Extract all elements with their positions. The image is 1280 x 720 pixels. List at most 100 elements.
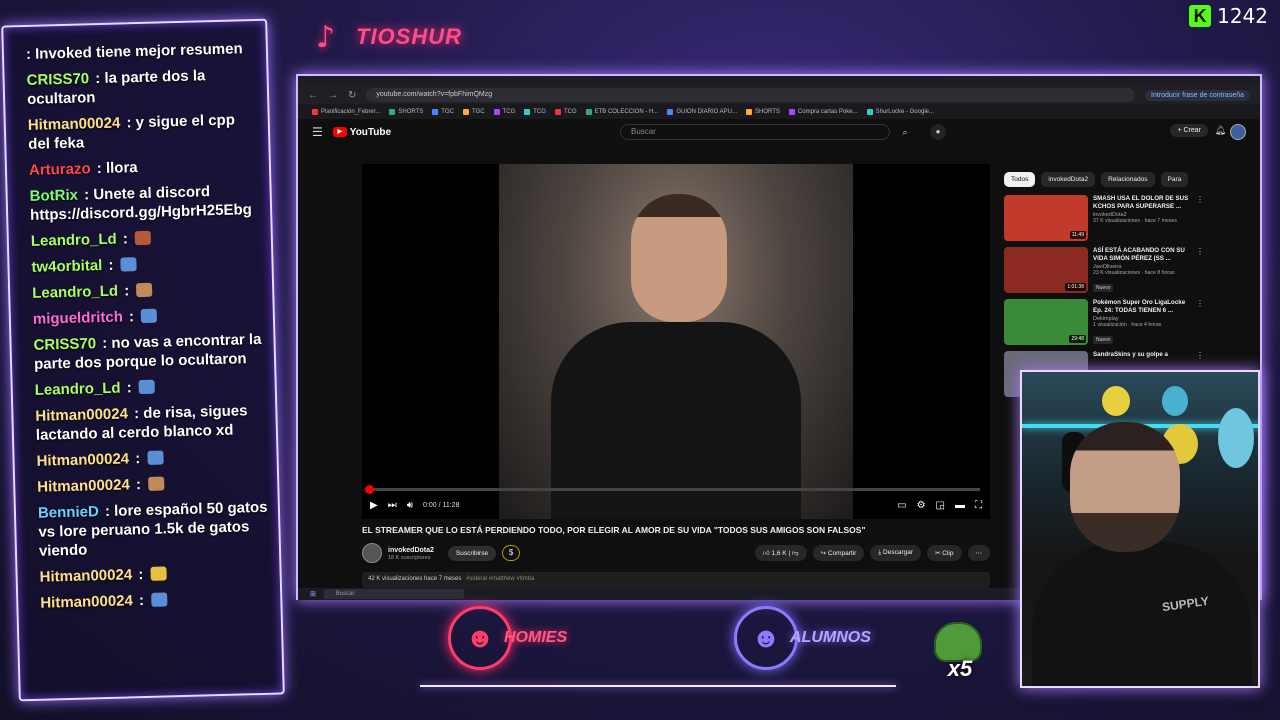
more-options-icon[interactable]: ⋮ xyxy=(1196,195,1204,241)
hooded-mask-icon: ☻ xyxy=(734,606,798,670)
forward-icon[interactable]: → xyxy=(328,90,338,101)
chat-username[interactable]: Arturazo xyxy=(29,160,91,179)
chat-username[interactable]: Hitman00024 xyxy=(40,592,133,611)
video-player[interactable]: ▶ ⏭ 🔊︎ 0:00 / 11:28 ▭ ⚙ ◲ ▬ ⛶ xyxy=(362,164,990,519)
share-button[interactable]: ↪ Compartir xyxy=(812,545,865,561)
chat-username[interactable]: Hitman00024 xyxy=(39,566,132,585)
player-controls: ▶ ⏭ 🔊︎ 0:00 / 11:28 ▭ ⚙ ◲ ▬ ⛶ xyxy=(370,495,982,515)
volume-icon[interactable]: 🔊︎ xyxy=(407,500,413,511)
neon-divider xyxy=(420,685,896,687)
youtube-logo[interactable]: ▶ YouTube xyxy=(332,127,391,138)
like-button[interactable]: 👍︎ 1,6 K | 👎︎ xyxy=(754,545,807,561)
chat-username[interactable]: Hitman00024 xyxy=(37,476,130,495)
chat-username[interactable]: Leandro_Ld xyxy=(32,283,118,302)
reload-icon[interactable]: ↻ xyxy=(348,90,356,101)
chat-message: CRISS70 : la parte dos la ocultaron xyxy=(26,67,206,108)
youtube-search-input[interactable]: Buscar xyxy=(620,124,890,140)
subscribe-button[interactable]: Suscribirse xyxy=(447,545,497,561)
create-button[interactable]: + Crear xyxy=(1170,124,1208,137)
browser-tab-strip xyxy=(298,76,1260,86)
bookmark-item[interactable]: TCG xyxy=(493,108,515,115)
recommended-video[interactable]: 1:01:38 ASÍ ESTÁ ACABANDO CON SU VIDA SIM… xyxy=(1004,247,1204,293)
channel-name[interactable]: invokedDota2 xyxy=(388,546,434,555)
chat-username[interactable]: Hitman00024 xyxy=(36,450,129,469)
chat-username[interactable]: Leandro_Ld xyxy=(35,380,121,399)
start-icon[interactable]: ⊞ xyxy=(310,590,316,598)
emote-icon xyxy=(136,282,153,298)
more-options-icon[interactable]: ⋮ xyxy=(1196,247,1204,293)
bookmark-item[interactable]: TGC xyxy=(432,108,454,115)
more-options-icon[interactable]: ⋮ xyxy=(1196,299,1204,345)
bookmark-item[interactable]: ETB COLECCION - H... xyxy=(585,108,658,115)
webcam-overlay: SUPPLY xyxy=(1020,370,1260,688)
thanks-dollar-icon[interactable]: $ xyxy=(502,545,521,561)
fullscreen-icon[interactable]: ⛶ xyxy=(975,500,982,511)
rec-title: ASÍ ESTÁ ACABANDO CON SU VIDA SIMÓN PÉRE… xyxy=(1093,247,1185,262)
chat-username[interactable]: tw4orbital xyxy=(31,257,102,276)
theater-mode-icon[interactable]: ▬ xyxy=(955,500,965,511)
recommended-video[interactable]: 29:48 Pokémon Super Oro LigaLocke Ep. 24:… xyxy=(1004,299,1204,345)
emote-icon xyxy=(147,450,164,465)
tiktok-icon: ♪ xyxy=(316,20,336,55)
channel-subscribers: 18 K suscriptores xyxy=(388,554,431,561)
video-duration: 1:01:38 xyxy=(1065,283,1086,291)
video-thumbnail[interactable]: 11:49 xyxy=(1004,195,1088,241)
video-thumbnail[interactable]: 1:01:38 xyxy=(1004,247,1088,293)
filter-chip[interactable]: invokedDota2 xyxy=(1041,172,1096,187)
chat-message: migueldritch : xyxy=(33,304,263,329)
play-icon[interactable]: ▶ xyxy=(370,500,378,511)
rec-views: 37 K visualizaciones · hace 7 meses xyxy=(1093,218,1177,224)
next-icon[interactable]: ⏭ xyxy=(388,500,397,511)
account-avatar[interactable] xyxy=(1230,124,1246,140)
bookmark-favicon-icon xyxy=(432,108,439,115)
chat-username[interactable]: Hitman00024 xyxy=(35,405,128,424)
video-progress-bar[interactable] xyxy=(365,485,980,494)
bookmark-favicon-icon xyxy=(462,108,469,115)
recommended-video[interactable]: 11:49 SMASH USA EL DOLOR DE SUS KCHOS PAR… xyxy=(1004,195,1204,241)
video-thumbnail[interactable]: 29:48 xyxy=(1004,299,1088,345)
rec-views: 1 visualización · hace 4 horas xyxy=(1093,322,1162,328)
progress-scrubber[interactable] xyxy=(365,485,374,494)
filter-chip[interactable]: Para xyxy=(1160,172,1189,187)
download-button[interactable]: ⤓ Descargar xyxy=(870,545,922,561)
more-actions-icon[interactable]: ⋯ xyxy=(967,545,990,561)
miniplayer-icon[interactable]: ◲ xyxy=(936,500,945,511)
microphone-icon[interactable]: ● xyxy=(930,124,946,140)
subtitles-icon[interactable]: ▭ xyxy=(897,500,906,511)
chat-username[interactable]: migueldritch xyxy=(33,309,123,328)
bookmark-item[interactable]: SHORTS xyxy=(389,108,423,115)
clip-button[interactable]: ✂ Clip xyxy=(927,545,962,561)
password-prompt-button[interactable]: Introducir frase de contraseña xyxy=(1145,89,1250,101)
chat-username[interactable]: Hitman00024 xyxy=(28,115,121,134)
filter-chip[interactable]: Todos xyxy=(1004,172,1036,187)
homies-label: HOMIES xyxy=(504,629,568,646)
taskbar-search[interactable]: Buscar xyxy=(323,589,464,599)
back-icon[interactable]: ← xyxy=(308,90,318,101)
address-bar[interactable]: youtube.com/watch?v=fpbFhimQMzg xyxy=(366,88,1135,102)
hamburger-menu-icon[interactable]: ☰ xyxy=(312,125,323,139)
chat-username[interactable]: CRISS70 xyxy=(26,70,89,89)
bookmark-item[interactable]: TCG xyxy=(524,108,546,115)
description-tags[interactable]: #sideral #matthew #timba xyxy=(466,576,534,582)
notifications-bell-icon[interactable]: 🔔︎ xyxy=(1215,125,1226,136)
channel-avatar[interactable] xyxy=(362,543,382,563)
filter-chips: Todos invokedDota2 Relacionados Para xyxy=(1004,172,1204,187)
bookmark-item[interactable]: ShurLocke - Google... xyxy=(866,108,934,115)
chat-username[interactable]: CRISS70 xyxy=(33,335,96,354)
settings-gear-icon[interactable]: ⚙ xyxy=(917,500,926,511)
video-description[interactable]: 42 K visualizaciones hace 7 meses #sider… xyxy=(362,572,990,588)
chat-username[interactable]: Leandro_Ld xyxy=(31,231,117,250)
bookmark-item[interactable]: Compra cartas Poke... xyxy=(788,108,858,115)
filter-chip[interactable]: Relacionados xyxy=(1101,172,1155,187)
chat-username[interactable]: BennieD xyxy=(38,503,99,522)
bookmark-item[interactable]: TCG xyxy=(554,108,577,115)
bookmark-item[interactable]: Planificación_Febrer... xyxy=(312,108,380,115)
alumnos-label: ALUMNOS xyxy=(790,629,871,646)
bookmark-item[interactable]: SHORTS xyxy=(746,108,780,115)
description-meta: 42 K visualizaciones hace 7 meses xyxy=(368,576,462,582)
search-icon[interactable]: ⌕ xyxy=(894,124,916,140)
bookmark-item[interactable]: TGC xyxy=(462,108,485,115)
chat-username[interactable]: BotRix xyxy=(29,187,78,205)
bookmark-item[interactable]: GUION DIARIO APU... xyxy=(667,108,737,115)
chat-message: Leandro_Ld : xyxy=(35,375,265,400)
